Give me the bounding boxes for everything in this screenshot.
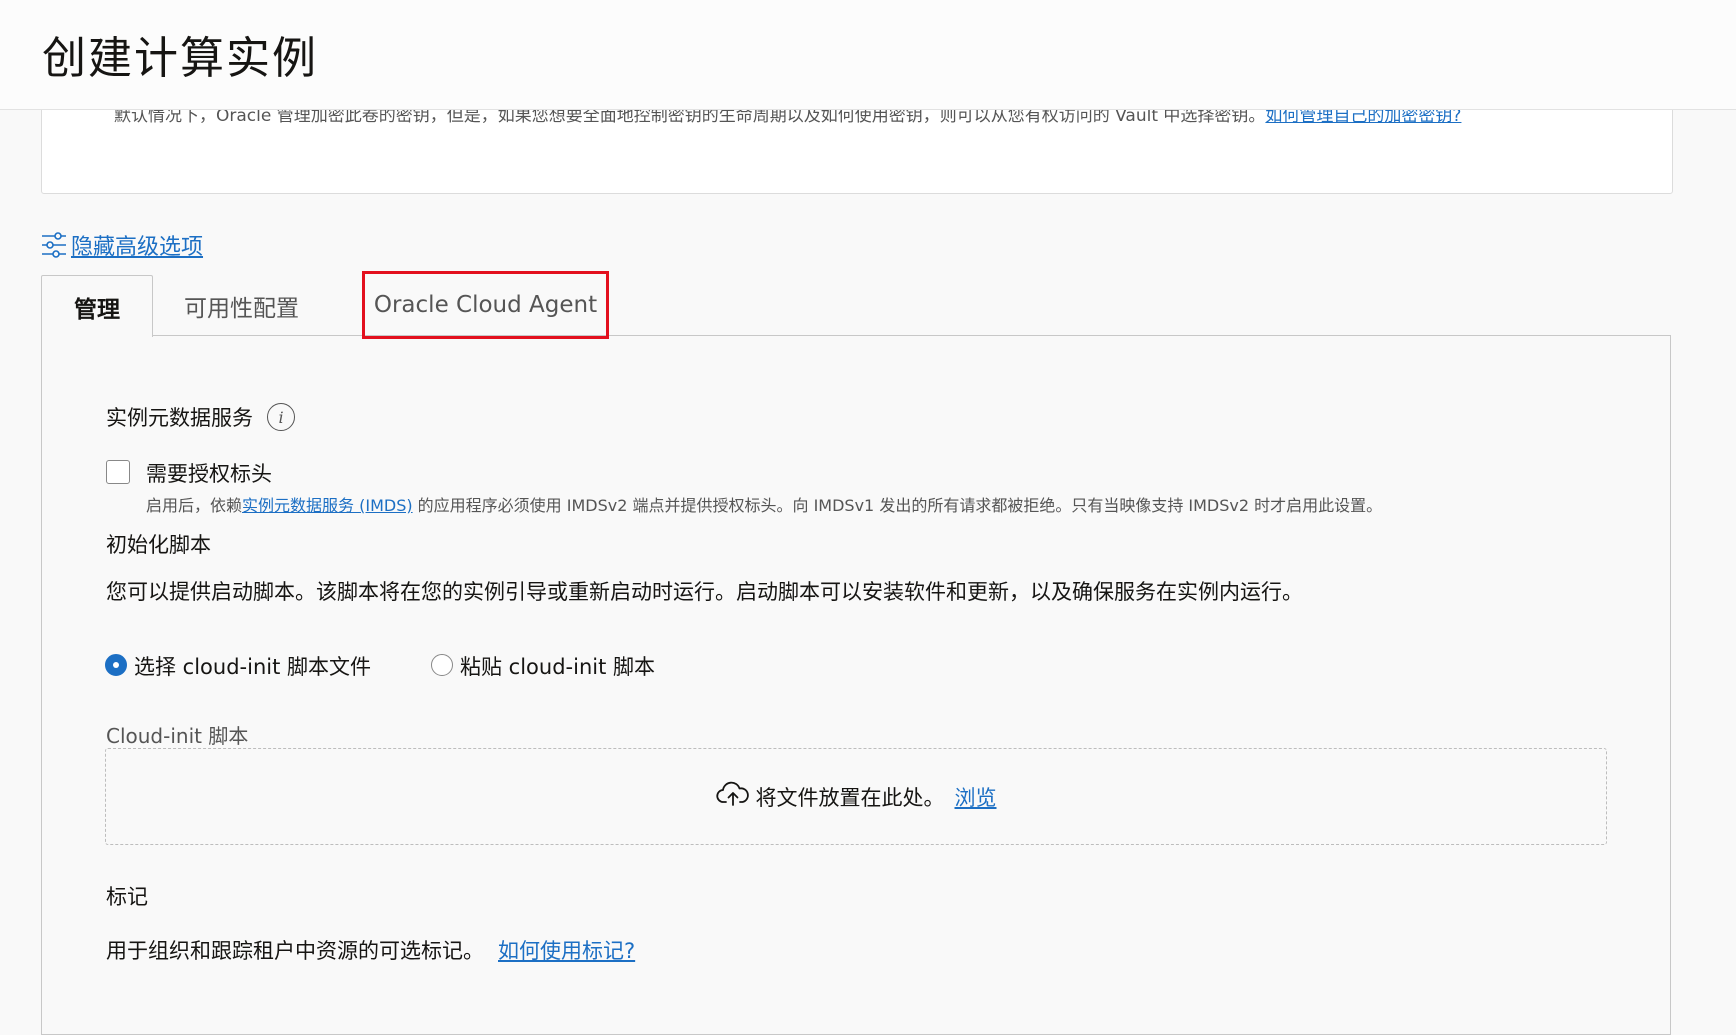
tags-description-text: 用于组织和跟踪租户中资源的可选标记。 xyxy=(106,939,484,963)
advanced-tabs: 管理 可用性配置 xyxy=(41,275,330,337)
help-prefix: 启用后，依赖 xyxy=(146,496,243,515)
tab-management[interactable]: 管理 xyxy=(41,275,153,337)
tags-help-link[interactable]: 如何使用标记? xyxy=(498,939,635,963)
radio-paste-script[interactable] xyxy=(431,654,453,676)
dropzone-text: 将文件放置在此处。 xyxy=(755,785,945,810)
sliders-icon xyxy=(41,231,67,259)
radio-choose-file-label[interactable]: 选择 cloud-init 脚本文件 xyxy=(134,651,371,681)
file-dropzone[interactable]: 将文件放置在此处。 浏览 xyxy=(105,748,1607,845)
page-title: 创建计算实例 xyxy=(42,33,318,84)
cloud-init-field-label: Cloud-init 脚本 xyxy=(106,724,249,748)
radio-choose-file[interactable] xyxy=(105,654,127,676)
hide-advanced-options-toggle[interactable]: 隐藏高级选项 xyxy=(41,230,203,260)
imds-docs-link[interactable]: 实例元数据服务 (IMDS) xyxy=(242,496,413,515)
cloud-upload-icon xyxy=(715,781,756,812)
imds-section-title: 实例元数据服务 xyxy=(106,406,253,430)
tab-availability-config[interactable]: 可用性配置 xyxy=(153,275,330,336)
help-suffix: 的应用程序必须使用 IMDSv2 端点并提供授权标头。向 IMDSv1 发出的所… xyxy=(412,496,1383,515)
init-script-section-title: 初始化脚本 xyxy=(106,533,211,557)
browse-link[interactable]: 浏览 xyxy=(955,782,997,812)
require-auth-header-checkbox[interactable] xyxy=(106,460,130,484)
tab-oracle-cloud-agent[interactable]: Oracle Cloud Agent xyxy=(374,275,597,336)
tags-description: 用于组织和跟踪租户中资源的可选标记。 如何使用标记? xyxy=(106,935,635,965)
info-icon[interactable]: i xyxy=(267,403,295,431)
hide-advanced-options-label: 隐藏高级选项 xyxy=(71,235,204,260)
tags-section-title: 标记 xyxy=(106,885,148,909)
page-header: 创建计算实例 xyxy=(0,0,1736,110)
radio-paste-script-label[interactable]: 粘贴 cloud-init 脚本 xyxy=(460,651,655,681)
management-tab-panel xyxy=(41,335,1671,1035)
init-script-description: 您可以提供启动脚本。该脚本将在您的实例引导或重新启动时运行。启动脚本可以安装软件… xyxy=(106,580,1303,604)
require-auth-header-help: 启用后，依赖实例元数据服务 (IMDS) 的应用程序必须使用 IMDSv2 端点… xyxy=(146,492,1382,516)
tab-oracle-cloud-agent-highlight[interactable]: Oracle Cloud Agent xyxy=(362,271,609,339)
require-auth-header-label[interactable]: 需要授权标头 xyxy=(146,458,272,488)
